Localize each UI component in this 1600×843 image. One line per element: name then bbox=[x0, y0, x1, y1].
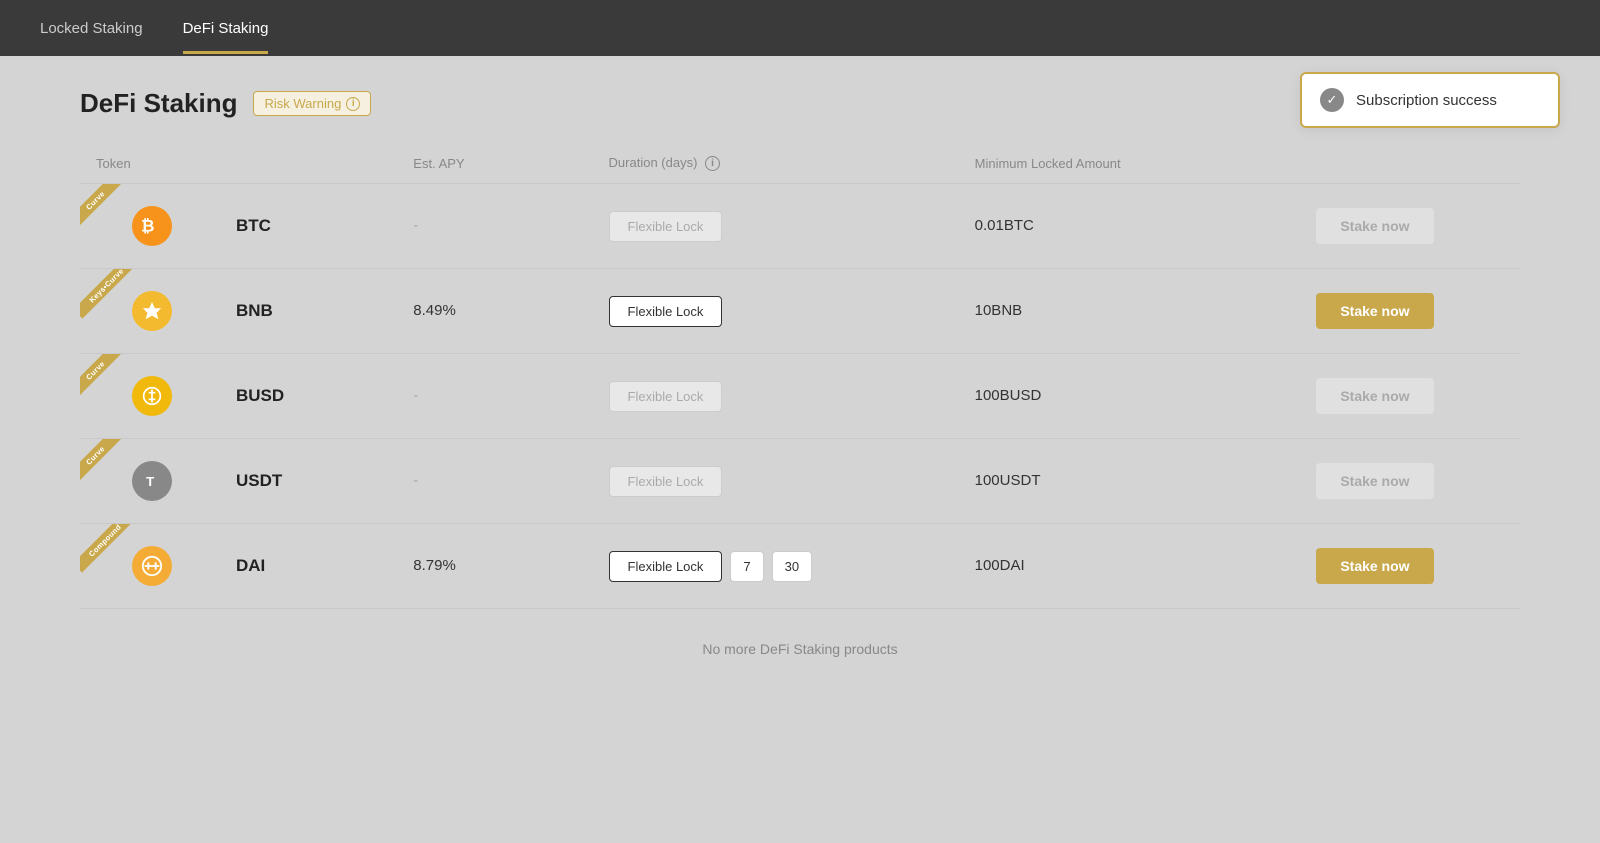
token-name-btc: BTC bbox=[236, 216, 271, 236]
token-name-busd: BUSD bbox=[236, 386, 284, 406]
page-title: DeFi Staking bbox=[80, 88, 237, 119]
stake-button-bnb[interactable]: Stake now bbox=[1316, 293, 1433, 329]
duration-number-btn-dai-30[interactable]: 30 bbox=[772, 551, 812, 582]
duration-number-btn-dai-7[interactable]: 7 bbox=[730, 551, 763, 582]
duration-info-icon: i bbox=[705, 156, 720, 171]
no-more-products: No more DeFi Staking products bbox=[80, 609, 1520, 673]
corner-badge-btc: Curve bbox=[80, 184, 138, 242]
stake-button-btc: Stake now bbox=[1316, 208, 1433, 244]
table-row-busd: Curve BUSD -Flexible Lock 100BUSD Stake now bbox=[80, 354, 1520, 439]
token-name-bnb: BNB bbox=[236, 301, 273, 321]
table-row-bnb: Keys•Curve BNB 8.49% Flexible Lock 10BNB Stak… bbox=[80, 269, 1520, 354]
token-icon-bnb bbox=[132, 291, 172, 331]
col-header-duration: Duration (days) i bbox=[593, 147, 959, 184]
min-amount-cell-busd: 100BUSD bbox=[959, 354, 1301, 439]
min-amount-cell-bnb: 10BNB bbox=[959, 269, 1301, 354]
corner-badge-bnb: Keys•Curve bbox=[80, 269, 138, 327]
main-content: ✓ Subscription success DeFi Staking Risk… bbox=[0, 56, 1600, 705]
stake-cell-bnb: Stake now bbox=[1300, 269, 1520, 354]
flexible-lock-btn-btc[interactable]: Flexible Lock bbox=[609, 211, 723, 242]
risk-warning-info-icon: i bbox=[346, 97, 360, 111]
flexible-lock-btn-busd[interactable]: Flexible Lock bbox=[609, 381, 723, 412]
tab-locked-staking[interactable]: Locked Staking bbox=[40, 2, 143, 54]
corner-badge-busd: Curve bbox=[80, 354, 138, 412]
col-header-token: Token bbox=[80, 147, 397, 184]
apy-cell-dai: 8.79% bbox=[397, 524, 592, 609]
svg-text:₿: ₿ bbox=[141, 218, 154, 236]
token-icon-dai bbox=[132, 546, 172, 586]
token-cell-usdt: Curve T USDT bbox=[80, 439, 397, 524]
table-header-row: Token Est. APY Duration (days) i Minimum… bbox=[80, 147, 1520, 184]
toast-check-icon: ✓ bbox=[1320, 88, 1344, 112]
flexible-lock-btn-bnb[interactable]: Flexible Lock bbox=[609, 296, 723, 327]
token-icon-busd bbox=[132, 376, 172, 416]
flexible-lock-btn-dai[interactable]: Flexible Lock bbox=[609, 551, 723, 582]
token-icon-btc: ₿ bbox=[132, 206, 172, 246]
stake-cell-dai: Stake now bbox=[1300, 524, 1520, 609]
stake-cell-btc: Stake now bbox=[1300, 184, 1520, 269]
corner-badge-dai: Compound bbox=[80, 524, 138, 582]
apy-cell-busd: - bbox=[397, 354, 592, 439]
col-header-min: Minimum Locked Amount bbox=[959, 147, 1301, 184]
min-amount-cell-btc: 0.01BTC bbox=[959, 184, 1301, 269]
col-header-apy: Est. APY bbox=[397, 147, 592, 184]
token-cell-bnb: Keys•Curve BNB bbox=[80, 269, 397, 354]
duration-cell-bnb: Flexible Lock bbox=[593, 269, 959, 354]
stake-button-usdt: Stake now bbox=[1316, 463, 1433, 499]
token-cell-busd: Curve BUSD bbox=[80, 354, 397, 439]
risk-warning-label: Risk Warning bbox=[264, 96, 341, 111]
stake-cell-busd: Stake now bbox=[1300, 354, 1520, 439]
table-row-btc: Curve₿ BTC -Flexible Lock 0.01BTC Stake now bbox=[80, 184, 1520, 269]
min-amount-cell-usdt: 100USDT bbox=[959, 439, 1301, 524]
top-navigation: Locked Staking DeFi Staking bbox=[0, 0, 1600, 56]
stake-button-busd: Stake now bbox=[1316, 378, 1433, 414]
apy-cell-bnb: 8.49% bbox=[397, 269, 592, 354]
min-amount-cell-dai: 100DAI bbox=[959, 524, 1301, 609]
duration-cell-dai: Flexible Lock7 30 bbox=[593, 524, 959, 609]
risk-warning-button[interactable]: Risk Warning i bbox=[253, 91, 371, 116]
apy-cell-usdt: - bbox=[397, 439, 592, 524]
table-row-usdt: Curve T USDT -Flexible Lock 100USDT Stake now bbox=[80, 439, 1520, 524]
duration-cell-busd: Flexible Lock bbox=[593, 354, 959, 439]
stake-button-dai[interactable]: Stake now bbox=[1316, 548, 1433, 584]
token-name-usdt: USDT bbox=[236, 471, 282, 491]
duration-cell-usdt: Flexible Lock bbox=[593, 439, 959, 524]
toast-message: Subscription success bbox=[1356, 92, 1497, 109]
stake-cell-usdt: Stake now bbox=[1300, 439, 1520, 524]
col-header-action bbox=[1300, 147, 1520, 184]
token-cell-btc: Curve₿ BTC bbox=[80, 184, 397, 269]
svg-text:T: T bbox=[146, 474, 154, 489]
flexible-lock-btn-usdt[interactable]: Flexible Lock bbox=[609, 466, 723, 497]
subscription-toast: ✓ Subscription success bbox=[1300, 72, 1560, 128]
token-name-dai: DAI bbox=[236, 556, 265, 576]
table-row-dai: Compound DAI 8.79% Flexible Lock7 30 100DAI St… bbox=[80, 524, 1520, 609]
duration-cell-btc: Flexible Lock bbox=[593, 184, 959, 269]
token-cell-dai: Compound DAI bbox=[80, 524, 397, 609]
tab-defi-staking[interactable]: DeFi Staking bbox=[183, 2, 269, 54]
apy-cell-btc: - bbox=[397, 184, 592, 269]
token-icon-usdt: T bbox=[132, 461, 172, 501]
staking-table: Token Est. APY Duration (days) i Minimum… bbox=[80, 147, 1520, 609]
corner-badge-usdt: Curve bbox=[80, 439, 138, 497]
